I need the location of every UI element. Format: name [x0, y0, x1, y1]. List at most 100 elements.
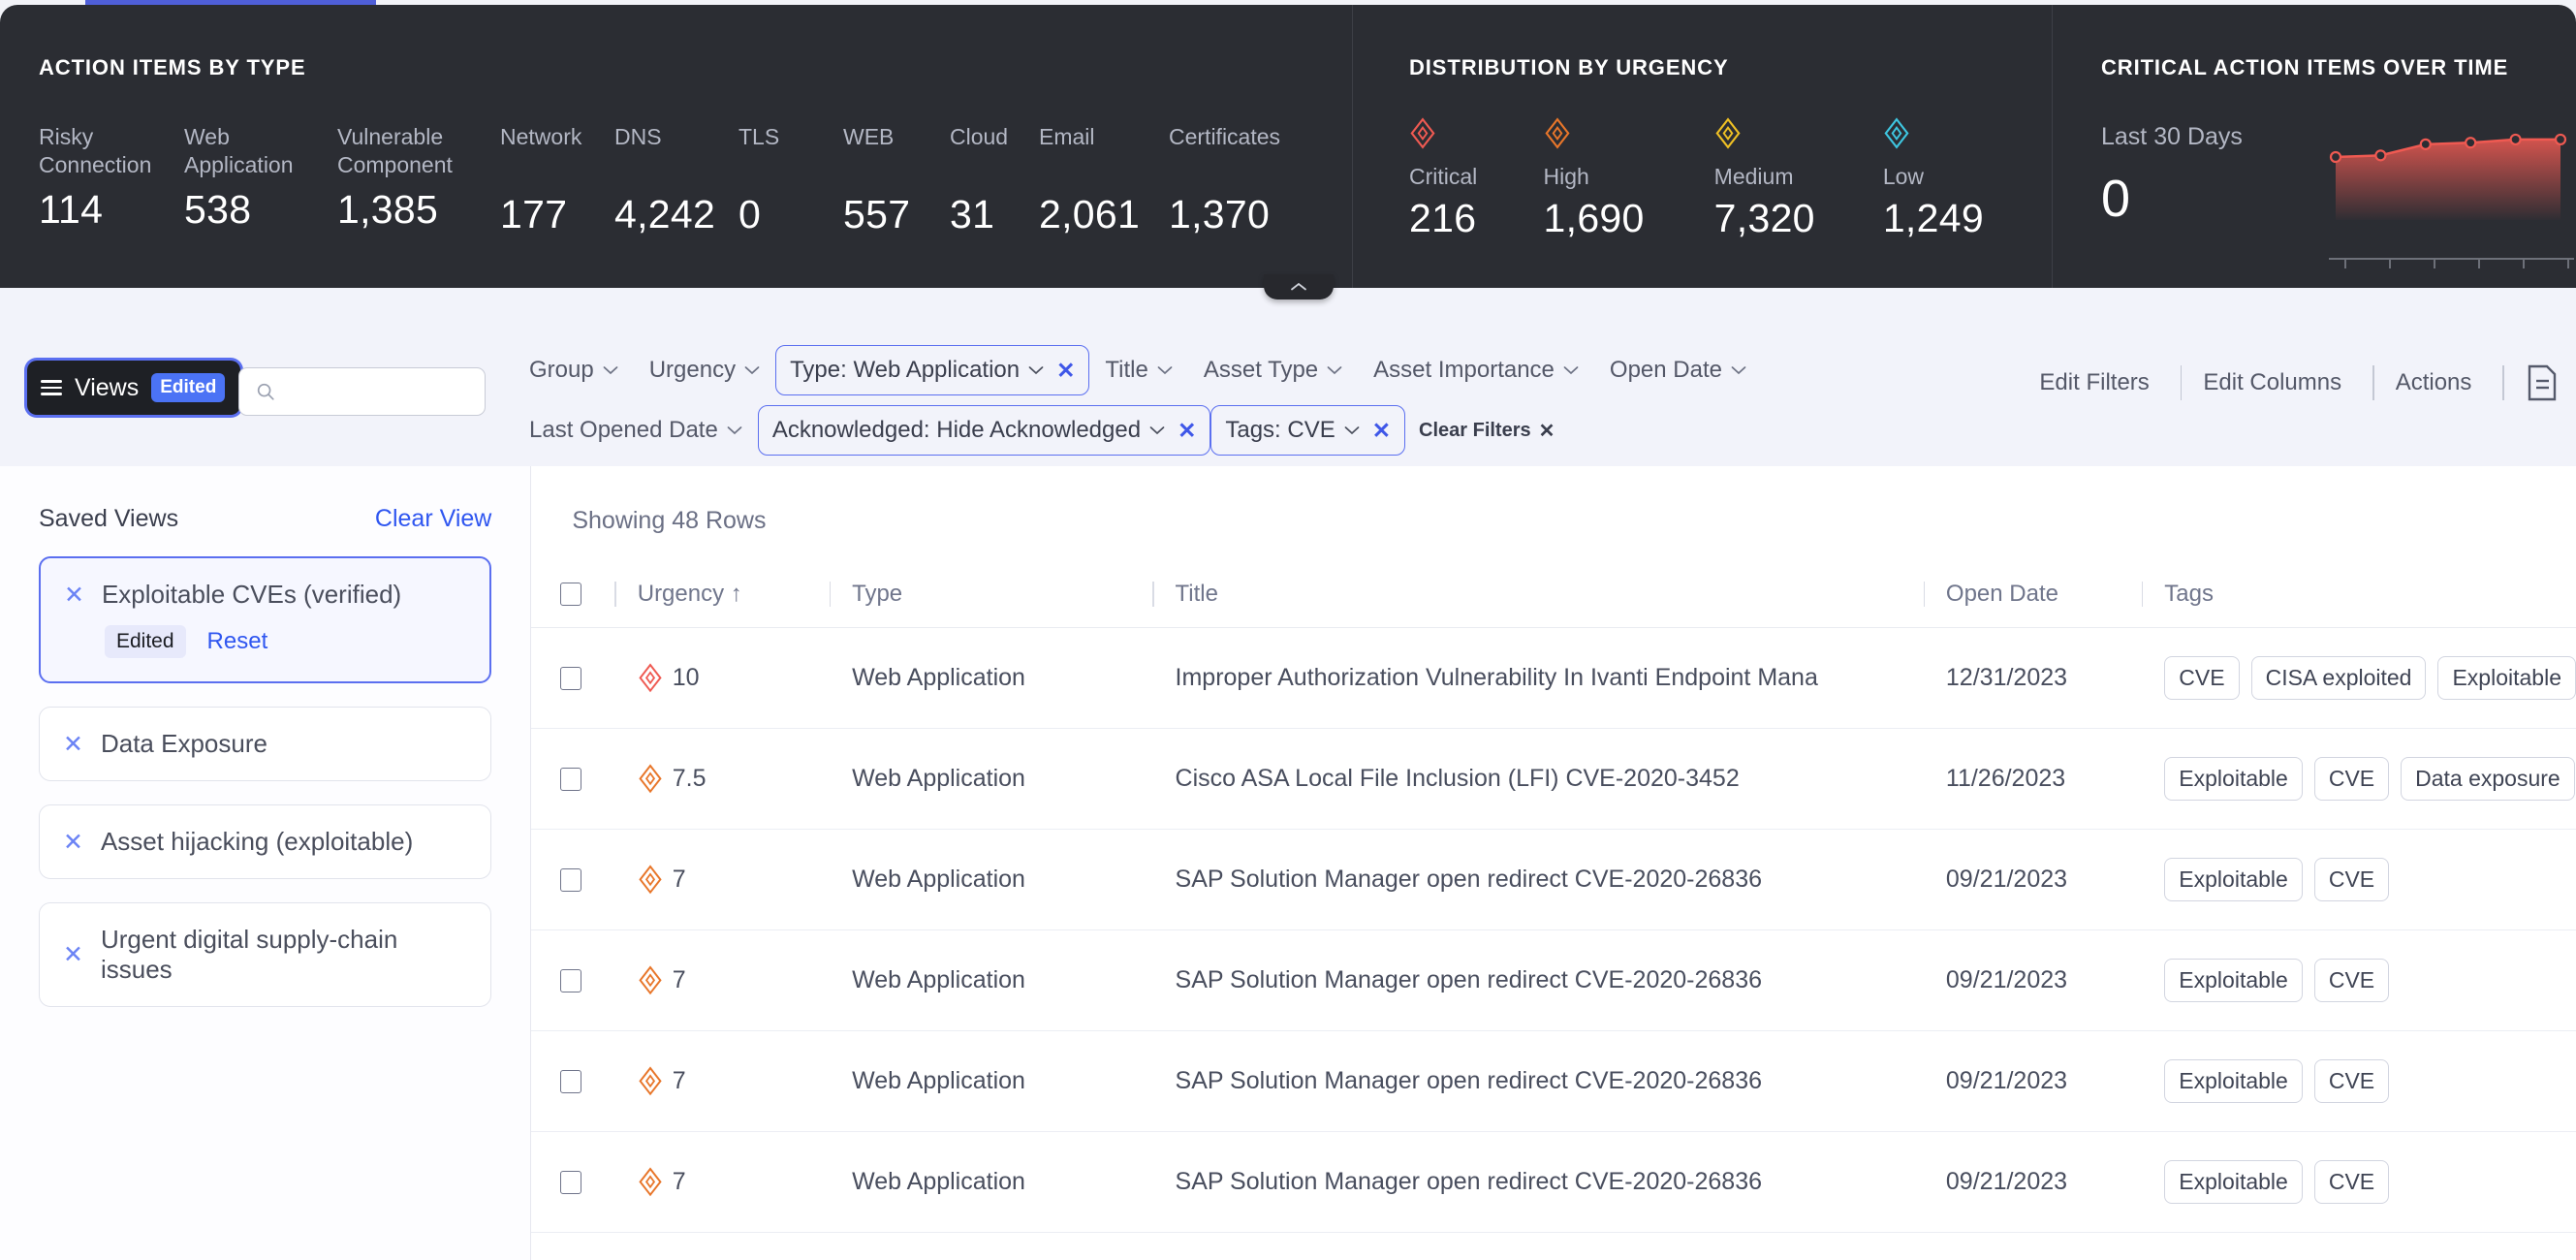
table-row[interactable]: 7 Web Application SAP Solution Manager ope…: [531, 1132, 2576, 1233]
document-export-icon: [2528, 364, 2557, 401]
search-box[interactable]: [238, 367, 486, 416]
filter-chip[interactable]: Asset Importance: [1358, 347, 1594, 394]
close-icon: ✕: [1538, 420, 1555, 442]
cell-title[interactable]: Improper Authorization Vulnerability In …: [1176, 664, 1902, 692]
urgency-diamond-icon: [639, 764, 662, 794]
column-header-type[interactable]: Type: [852, 581, 1131, 608]
row-checkbox[interactable]: [560, 767, 593, 791]
search-input[interactable]: [286, 380, 460, 403]
table-row[interactable]: 10 Web Application Improper Authorization …: [531, 628, 2576, 729]
reset-view-button[interactable]: Reset: [207, 628, 268, 655]
collapse-dashboard-button[interactable]: [1264, 274, 1334, 299]
stat-item: DNS 4,242: [614, 123, 738, 237]
remove-view-icon[interactable]: ✕: [64, 581, 84, 610]
toolbar-action-label: Edit Columns: [2203, 369, 2342, 395]
cell-type: Web Application: [852, 664, 1025, 691]
remove-filter-icon[interactable]: ✕: [1372, 418, 1391, 444]
filter-chip[interactable]: Asset Type: [1188, 347, 1358, 394]
remove-filter-icon[interactable]: ✕: [1178, 418, 1196, 444]
views-button[interactable]: Views Edited: [27, 361, 241, 415]
column-header-urgency[interactable]: Urgency ↑: [638, 581, 808, 608]
action-items-stats: Risky Connection 114 Web Application 538 Vul…: [39, 123, 1352, 237]
tag-chip[interactable]: CVE: [2313, 1160, 2390, 1204]
toolbar-action[interactable]: Actions: [2374, 369, 2503, 396]
column-header-tags[interactable]: Tags: [2164, 581, 2576, 608]
urgency-diamond-icon: [1410, 117, 1435, 150]
urgency-diamond-icon: [1544, 117, 1570, 150]
stat-item: TLS 0: [738, 123, 843, 237]
urgency-value: 216: [1409, 196, 1477, 240]
filter-chip[interactable]: Acknowledged: Hide Acknowledged ✕: [757, 405, 1211, 456]
cell-tags: Exploitable CVE Data exposure: [2164, 757, 2576, 801]
cell-open-date: 09/21/2023: [1945, 866, 2068, 893]
saved-view-label: Exploitable CVEs (verified): [101, 580, 402, 609]
tag-chip[interactable]: CISA exploited: [2250, 656, 2427, 700]
tag-chip[interactable]: Exploitable: [2164, 1059, 2303, 1103]
column-header-title[interactable]: Title: [1176, 581, 1902, 608]
cell-open-date: 09/21/2023: [1945, 966, 2068, 993]
cell-tags: CVE CISA exploited Exploitable: [2164, 656, 2576, 700]
stat-label: Email: [1039, 124, 1095, 149]
saved-view-item[interactable]: ✕ Exploitable CVEs (verified) Edited Reset: [39, 556, 492, 683]
clear-view-button[interactable]: Clear View: [375, 505, 491, 533]
tag-chip[interactable]: Exploitable: [2164, 959, 2303, 1002]
saved-view-item[interactable]: ✕ Urgent digital supply-chain issues: [39, 902, 492, 1007]
tag-chip[interactable]: Data exposure: [2401, 757, 2575, 801]
chart-data-point: [2465, 137, 2477, 149]
remove-view-icon[interactable]: ✕: [63, 828, 83, 857]
stat-label: Web Application: [184, 124, 294, 177]
saved-view-item[interactable]: ✕ Data Exposure: [39, 707, 492, 781]
table-row[interactable]: 7 Web Application SAP Solution Manager ope…: [531, 830, 2576, 930]
remove-filter-icon[interactable]: ✕: [1056, 358, 1075, 384]
column-divider: [1152, 581, 1154, 607]
export-button[interactable]: [2504, 363, 2576, 402]
select-all-checkbox[interactable]: [560, 582, 593, 606]
stat-label: Cloud: [950, 124, 1009, 149]
cell-title[interactable]: SAP Solution Manager open redirect CVE-2…: [1176, 1067, 1902, 1095]
toolbar-action[interactable]: Edit Columns: [2182, 369, 2372, 396]
cell-title[interactable]: SAP Solution Manager open redirect CVE-2…: [1176, 866, 1902, 894]
table-row[interactable]: 7 Web Application SAP Solution Manager ope…: [531, 930, 2576, 1031]
tag-chip[interactable]: Exploitable: [2164, 858, 2303, 901]
tag-chip[interactable]: Exploitable: [2164, 1160, 2303, 1204]
filter-chip[interactable]: Tags: CVE ✕: [1210, 405, 1406, 456]
stat-label: Network: [500, 124, 582, 149]
tag-chip[interactable]: CVE: [2313, 858, 2390, 901]
filter-chip-label: Asset Importance: [1373, 357, 1555, 383]
filter-chip[interactable]: Open Date: [1594, 347, 1762, 394]
filter-chip[interactable]: Group: [514, 347, 634, 394]
views-label: Views: [75, 373, 140, 401]
toolbar-action[interactable]: Edit Filters: [2018, 369, 2180, 396]
tag-chip[interactable]: CVE: [2164, 656, 2240, 700]
row-checkbox[interactable]: [560, 867, 593, 892]
row-checkbox[interactable]: [560, 968, 593, 992]
saved-view-item[interactable]: ✕ Asset hijacking (exploitable): [39, 804, 492, 879]
clear-filters-button[interactable]: Clear Filters ✕: [1419, 419, 1555, 443]
row-checkbox[interactable]: [560, 1069, 593, 1093]
remove-view-icon[interactable]: ✕: [63, 730, 83, 759]
tag-chip[interactable]: Exploitable: [2437, 656, 2576, 700]
chevron-down-icon: [1344, 426, 1360, 435]
table-row[interactable]: 7 Web Application SAP Solution Manager ope…: [531, 1031, 2576, 1132]
column-header-open-date[interactable]: Open Date: [1946, 581, 2120, 608]
cell-title[interactable]: Cisco ASA Local File Inclusion (LFI) CVE…: [1176, 765, 1902, 793]
filter-chip[interactable]: Last Opened Date: [514, 407, 758, 454]
urgency-diamond-icon: [1884, 117, 1909, 150]
critical-over-time-panel: CRITICAL ACTION ITEMS OVER TIME Last 30 …: [2052, 5, 2576, 288]
filter-chip-label: Urgency: [648, 357, 737, 383]
cell-title[interactable]: SAP Solution Manager open redirect CVE-2…: [1176, 966, 1902, 994]
remove-view-icon[interactable]: ✕: [63, 940, 83, 969]
table-row[interactable]: 7.5 Web Application Cisco ASA Local File I…: [531, 729, 2576, 830]
tag-chip[interactable]: CVE: [2313, 757, 2390, 801]
tag-chip[interactable]: CVE: [2313, 959, 2390, 1002]
filter-chip[interactable]: Type: Web Application ✕: [775, 345, 1090, 395]
cell-title[interactable]: SAP Solution Manager open redirect CVE-2…: [1176, 1168, 1902, 1196]
critical-over-time-title: CRITICAL ACTION ITEMS OVER TIME: [2101, 55, 2509, 79]
filter-chip[interactable]: Title: [1089, 347, 1187, 394]
row-checkbox[interactable]: [560, 666, 593, 690]
filter-chip[interactable]: Urgency: [634, 347, 775, 394]
tag-chip[interactable]: CVE: [2313, 1059, 2390, 1103]
filter-chip-label: Type: Web Application: [790, 357, 1021, 383]
row-checkbox[interactable]: [560, 1170, 593, 1194]
tag-chip[interactable]: Exploitable: [2164, 757, 2303, 801]
